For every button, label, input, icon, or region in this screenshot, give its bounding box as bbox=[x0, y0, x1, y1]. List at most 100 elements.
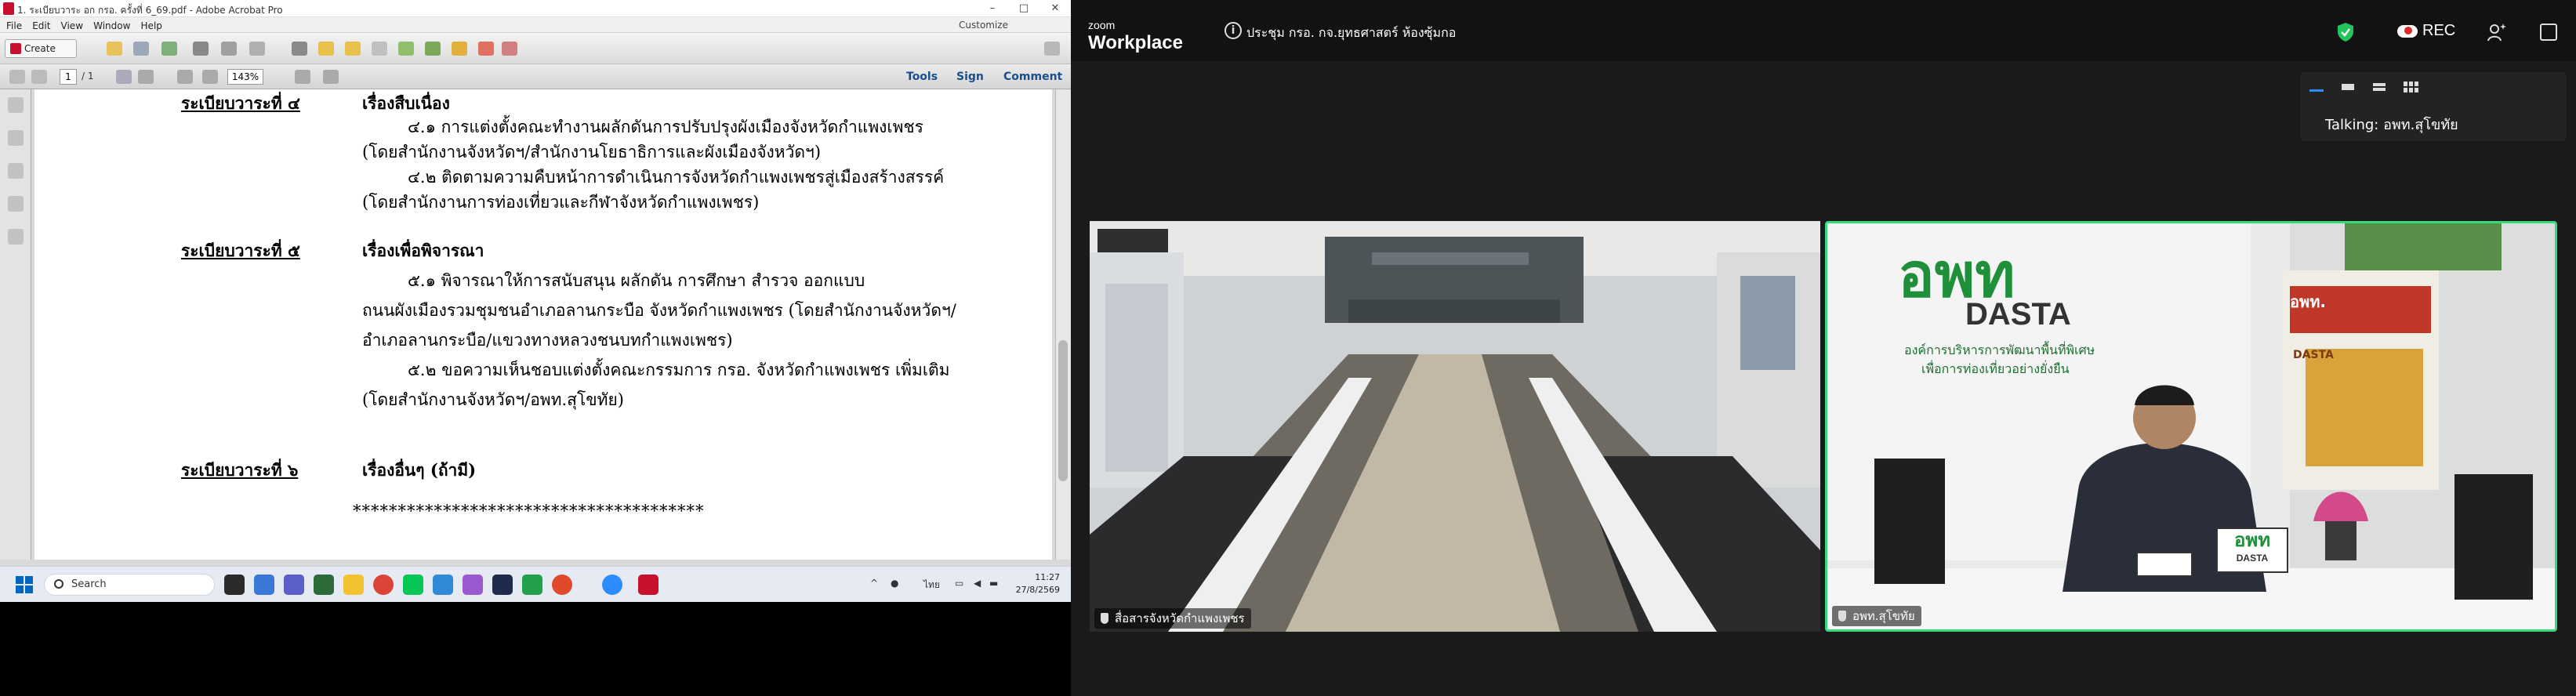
search-icon bbox=[54, 579, 63, 589]
prev-page-icon[interactable] bbox=[9, 70, 25, 84]
view-speaker-icon[interactable] bbox=[2308, 80, 2325, 94]
bookmarks-icon[interactable] bbox=[8, 130, 24, 146]
battery-icon[interactable]: ▬ bbox=[989, 578, 998, 589]
video-tile-active-speaker[interactable]: อพท DASTA องค์การบริหารการพัฒนาพื้นที่พิ… bbox=[1825, 221, 2557, 632]
customize-dropdown[interactable]: Customize bbox=[959, 17, 1008, 33]
stamp-icon[interactable] bbox=[345, 42, 361, 56]
sign-tool-icon[interactable] bbox=[425, 42, 441, 56]
teams-icon[interactable] bbox=[284, 575, 304, 595]
settings-icon[interactable] bbox=[292, 42, 307, 56]
cloud-icon[interactable] bbox=[161, 42, 177, 56]
acrobat-window: 1. ระเบียบวาระ อก กรอ. ครั้งที่ 6_69.pdf… bbox=[0, 0, 1071, 602]
highlight-icon[interactable] bbox=[452, 42, 467, 56]
agenda6-heading: ระเบียบวาระที่ ๖ bbox=[181, 460, 299, 480]
store-icon[interactable] bbox=[314, 575, 334, 595]
dasta-sign-wordmark: DASTA bbox=[1965, 297, 2071, 332]
hand-tool-icon[interactable] bbox=[138, 70, 154, 84]
taskbar-clock[interactable]: 11:27 27/8/2569 bbox=[1016, 571, 1060, 596]
tools-link[interactable]: Tools bbox=[906, 71, 938, 83]
fit-page-icon[interactable] bbox=[295, 70, 310, 84]
picture-in-picture-icon[interactable] bbox=[2540, 24, 2557, 41]
print-icon[interactable] bbox=[193, 42, 209, 56]
close-icon[interactable]: ✕ bbox=[1039, 0, 1071, 17]
create-icon bbox=[10, 43, 21, 54]
agenda6-subject: เรื่องอื่นๆ (ถ้ามี) bbox=[362, 460, 477, 480]
pages-icon[interactable] bbox=[8, 97, 24, 113]
poster-wordmark: DASTA bbox=[2293, 349, 2334, 361]
meeting-title: ประชุม กรอ. กจ.ยุทธศาสตร์ ห้องซุ้มกอ bbox=[1246, 25, 1457, 40]
taskbar-search[interactable]: Search bbox=[44, 574, 215, 596]
pencil-icon[interactable] bbox=[502, 42, 517, 56]
vertical-scrollbar[interactable] bbox=[1055, 89, 1071, 560]
fullscreen-icon[interactable] bbox=[323, 70, 339, 84]
user-sparkle-icon[interactable] bbox=[2487, 22, 2507, 42]
meeting-info-icon[interactable]: i bbox=[1225, 22, 1242, 39]
save-icon[interactable] bbox=[133, 42, 149, 56]
next-page-icon[interactable] bbox=[31, 70, 47, 84]
zoom-taskbar-icon[interactable] bbox=[602, 575, 622, 595]
eraser-icon[interactable] bbox=[478, 42, 494, 56]
view-strip-icon[interactable] bbox=[2339, 80, 2356, 94]
network-icon[interactable]: ▭ bbox=[955, 578, 963, 589]
scrollbar-thumb[interactable] bbox=[1058, 340, 1068, 481]
select-tool-icon[interactable] bbox=[116, 70, 132, 84]
participant-name-tag: อพท.สุโขทัย bbox=[1832, 606, 1921, 626]
mail-icon[interactable] bbox=[433, 575, 453, 595]
navigation-pane bbox=[0, 89, 31, 560]
menu-view[interactable]: View bbox=[61, 18, 83, 34]
page-number-input[interactable]: 1 bbox=[60, 69, 77, 85]
zoom-out-icon[interactable] bbox=[177, 70, 193, 84]
agenda5-line-5: (โดยสำนักงานจังหวัดฯ/อพท.สุโขทัย) bbox=[362, 390, 624, 409]
page-total: / 1 bbox=[82, 71, 94, 82]
widgets-icon[interactable] bbox=[254, 575, 274, 595]
menu-help[interactable]: Help bbox=[141, 18, 162, 34]
open-folder-icon[interactable] bbox=[107, 42, 122, 56]
view-side-icon[interactable] bbox=[2371, 80, 2388, 94]
menu-file[interactable]: File bbox=[6, 18, 22, 34]
line-app-icon[interactable] bbox=[522, 575, 542, 595]
email-icon[interactable] bbox=[249, 42, 265, 56]
attachments-icon[interactable] bbox=[8, 163, 24, 179]
tags-icon[interactable] bbox=[8, 229, 24, 245]
tray-chevron-icon[interactable]: ^ bbox=[870, 578, 878, 589]
pdf-app-icon bbox=[3, 2, 14, 15]
zoom-top-bar: zoom Workplace i ประชุม กรอ. กจ.ยุทธศาสต… bbox=[1071, 0, 2576, 61]
zoom-level-input[interactable]: 143% bbox=[227, 69, 263, 85]
pin-icon bbox=[1101, 613, 1108, 624]
sign-link[interactable]: Sign bbox=[956, 71, 984, 83]
chrome-profile-icon[interactable] bbox=[552, 575, 572, 595]
file-explorer-icon[interactable] bbox=[343, 575, 364, 595]
line-icon[interactable] bbox=[403, 575, 423, 595]
windows-taskbar: Search ^ ● ไทย ▭ ◀ ▬ 11:27 27/8/2569 bbox=[0, 566, 1071, 602]
comment-link[interactable]: Comment bbox=[1003, 71, 1062, 83]
microphone-icon[interactable]: ● bbox=[891, 578, 898, 589]
comment-icon[interactable] bbox=[318, 42, 334, 56]
menu-edit[interactable]: Edit bbox=[32, 18, 50, 34]
task-view-icon[interactable] bbox=[224, 575, 245, 595]
acrobat-taskbar-icon[interactable] bbox=[638, 575, 659, 595]
navigation-toolbar: 1 / 1 143% Tools Sign Comment bbox=[0, 64, 1071, 89]
vscode-icon[interactable] bbox=[492, 575, 513, 595]
language-indicator[interactable]: ไทย bbox=[923, 578, 940, 593]
copilot-icon[interactable] bbox=[463, 575, 483, 595]
chrome-icon[interactable] bbox=[373, 575, 394, 595]
menu-window[interactable]: Window bbox=[93, 18, 130, 34]
zoom-in-icon[interactable] bbox=[202, 70, 218, 84]
attach-icon[interactable] bbox=[372, 42, 387, 56]
maximize-icon[interactable]: □ bbox=[1008, 0, 1039, 17]
rec-label: REC bbox=[2422, 22, 2456, 39]
create-button[interactable]: Create bbox=[5, 39, 77, 58]
signatures-icon[interactable] bbox=[8, 196, 24, 212]
edit-icon[interactable] bbox=[221, 42, 237, 56]
volume-icon[interactable]: ◀ bbox=[974, 578, 981, 589]
expand-icon[interactable] bbox=[1044, 42, 1060, 56]
windows-start-icon[interactable] bbox=[16, 576, 33, 593]
view-gallery-icon[interactable] bbox=[2402, 80, 2419, 94]
share-icon[interactable] bbox=[398, 42, 414, 56]
video-tile-conference-room[interactable]: สื่อสารจังหวัดกำแพงเพชร bbox=[1090, 221, 1820, 632]
minimize-icon[interactable]: – bbox=[977, 0, 1008, 17]
star-separator: *************************************** bbox=[353, 502, 705, 520]
encryption-shield-icon[interactable] bbox=[2336, 22, 2355, 42]
clock-time: 11:27 bbox=[1035, 572, 1060, 582]
agenda5-heading: ระเบียบวาระที่ ๕ bbox=[181, 241, 300, 260]
